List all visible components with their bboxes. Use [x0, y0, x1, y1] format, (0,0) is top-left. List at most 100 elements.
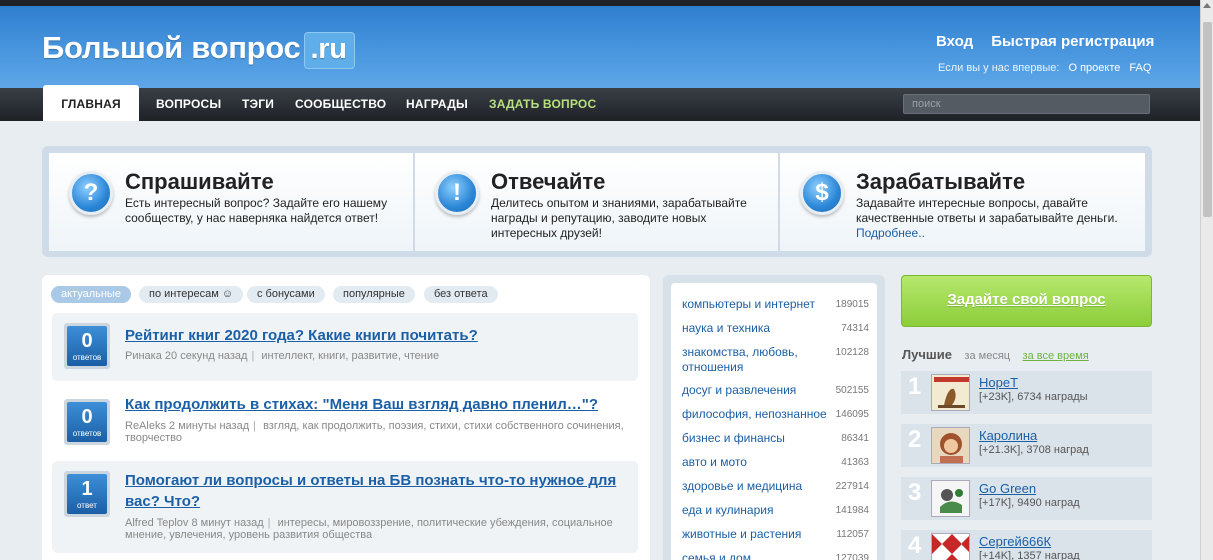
question-meta: Ринака 20 секунд назад | интеллект, книги…	[125, 350, 440, 362]
register-link[interactable]: Быстрая регистрация	[991, 33, 1154, 50]
category-link[interactable]: компьютеры и интернет	[682, 297, 834, 312]
site-logo[interactable]: Большой вопрос .ru	[42, 30, 355, 69]
tag-link[interactable]: стихи собственного сочинения	[464, 420, 621, 432]
nav-tab-community[interactable]: СООБЩЕСТВО	[295, 97, 386, 111]
tag-link[interactable]: как продолжить	[303, 420, 383, 432]
category-item: животные и растения 112057	[682, 527, 877, 542]
category-count: 127039	[835, 553, 869, 560]
category-link[interactable]: знакомства, любовь, отношения	[682, 345, 834, 375]
tag-link[interactable]: интеллект	[261, 350, 312, 362]
promo-answer-title: Отвечайте	[491, 169, 606, 194]
logo-text: Большой вопрос	[42, 30, 301, 65]
category-link[interactable]: здоровье и медицина	[682, 479, 834, 494]
category-link[interactable]: наука и техника	[682, 321, 834, 336]
nav-tab-tags[interactable]: ТЭГИ	[242, 97, 274, 111]
answer-count-label: ответ	[77, 501, 97, 510]
filter-interests[interactable]: по интересам ☺	[139, 286, 244, 303]
question-title-link[interactable]: Помогают ли вопросы и ответы на БВ позна…	[125, 470, 630, 512]
scroll-thumb[interactable]	[1203, 22, 1212, 217]
page-scrollbar[interactable]	[1200, 0, 1213, 560]
filter-popular[interactable]: популярные	[333, 286, 415, 303]
about-link[interactable]: О проекте	[1068, 62, 1120, 74]
category-item: здоровье и медицина 227914	[682, 479, 877, 494]
filter-bonuses[interactable]: с бонусами	[247, 286, 325, 303]
promo-ask-text: Есть интересный вопрос? Задайте его наше…	[125, 196, 388, 225]
question-meta: ReAleks 2 минуты назад | взгляд, как прод…	[125, 420, 624, 444]
category-link[interactable]: философия, непознанное	[682, 407, 834, 422]
more-link[interactable]: Подробнее..	[856, 226, 1131, 241]
avatar[interactable]	[931, 374, 970, 411]
question-item: 1 ответ Помогают ли вопросы и ответы на …	[52, 461, 638, 553]
question-title-link[interactable]: Как продолжить в стихах: "Меня Ваш взгля…	[125, 394, 630, 415]
tag-link[interactable]: уровень развития общества	[229, 529, 373, 541]
questions-panel: актуальные по интересам ☺ с бонусами поп…	[42, 275, 650, 560]
category-count: 86341	[841, 433, 869, 444]
login-link[interactable]: Вход	[936, 33, 973, 50]
category-item: наука и техника 74314	[682, 321, 877, 336]
tag-link[interactable]: увлечения	[169, 529, 222, 541]
category-link[interactable]: досуг и развлечения	[682, 383, 834, 398]
user-rank: 2	[908, 426, 922, 453]
question-meta: Alfred Teplov 8 минут назад | интересы, м…	[125, 517, 613, 541]
avatar[interactable]	[931, 427, 970, 464]
scroll-up-arrow-icon[interactable]	[1203, 3, 1211, 8]
filter-current[interactable]: актуальные	[51, 286, 131, 303]
best-tab-month[interactable]: за месяц	[964, 350, 1010, 362]
category-item: авто и мото 41363	[682, 455, 877, 470]
category-link[interactable]: семья и дом	[682, 551, 834, 560]
nav-tab-questions[interactable]: ВОПРОСЫ	[156, 97, 221, 111]
dollar-icon: $	[800, 171, 844, 215]
top-user-item: 3 Go Green [+17K], 9490 наград	[901, 477, 1152, 520]
question-time: 2 минуты назад	[169, 420, 250, 432]
tag-link[interactable]: мировоззрение	[333, 517, 411, 529]
tag-link[interactable]: стихи	[429, 420, 457, 432]
avatar[interactable]	[931, 533, 970, 560]
search-input[interactable]	[903, 94, 1150, 114]
category-count: 502155	[835, 385, 869, 396]
user-stats: [+23K], 6734 награды	[979, 391, 1088, 403]
category-link[interactable]: еда и кулинария	[682, 503, 834, 518]
author-link[interactable]: Alfred Teplov	[125, 517, 188, 529]
tag-link[interactable]: развитие	[351, 350, 397, 362]
avatar[interactable]	[931, 480, 970, 517]
category-link[interactable]: авто и мото	[682, 455, 834, 470]
best-tab-all-time[interactable]: за все время	[1023, 350, 1089, 362]
category-link[interactable]: бизнес и финансы	[682, 431, 834, 446]
category-count: 146095	[835, 409, 869, 420]
ask-question-button[interactable]: Задайте свой вопрос	[901, 275, 1152, 327]
author-link[interactable]: ReAleks	[125, 420, 166, 432]
exclamation-icon: !	[435, 171, 479, 215]
tag-link[interactable]: чтение	[404, 350, 439, 362]
question-time: 8 минут назад	[191, 517, 264, 529]
user-stats: [+14K], 1357 наград	[979, 550, 1080, 560]
nav-tab-ask[interactable]: ЗАДАТЬ ВОПРОС	[489, 97, 596, 111]
main-nav: ГЛАВНАЯ ВОПРОСЫ ТЭГИ СООБЩЕСТВО НАГРАДЫ …	[0, 85, 1200, 121]
author-link[interactable]: Ринака	[125, 350, 162, 362]
promo-block: ? Спрашивайте Есть интересный вопрос? За…	[42, 146, 1152, 257]
user-name-link[interactable]: Go Green	[979, 481, 1036, 496]
tag-link[interactable]: интересы	[278, 517, 327, 529]
tag-link[interactable]: политические убеждения	[417, 517, 546, 529]
category-count: 41363	[841, 457, 869, 468]
category-link[interactable]: животные и растения	[682, 527, 834, 542]
tag-link[interactable]: поэзия	[389, 420, 424, 432]
faq-link[interactable]: FAQ	[1129, 62, 1151, 74]
user-name-link[interactable]: Сергей666К	[979, 534, 1051, 549]
nav-tab-awards[interactable]: НАГРАДЫ	[406, 97, 468, 111]
filter-unanswered[interactable]: без ответа	[424, 286, 498, 303]
best-users-header: Лучшие за месяц за все время	[902, 346, 1089, 364]
user-name-link[interactable]: Каролина	[979, 428, 1037, 443]
answer-counter: 0 ответов	[64, 323, 110, 369]
first-visit-line: Если вы у нас впервые: О проекте FAQ	[938, 62, 1151, 74]
question-time: 20 секунд назад	[164, 350, 248, 362]
user-rank: 1	[908, 373, 922, 400]
question-title-link[interactable]: Рейтинг книг 2020 года? Какие книги почи…	[125, 325, 630, 346]
tag-link[interactable]: книги	[318, 350, 345, 362]
tag-link[interactable]: творчество	[125, 432, 182, 444]
top-user-item: 2 Каролина [+21.3K], 3708 наград	[901, 424, 1152, 467]
user-name-link[interactable]: НореТ	[979, 375, 1018, 390]
tag-link[interactable]: взгляд	[263, 420, 296, 432]
category-count: 74314	[841, 323, 869, 334]
nav-tab-home[interactable]: ГЛАВНАЯ	[43, 85, 139, 121]
question-item: 0 ответов Как продолжить в стихах: "Меня…	[52, 389, 638, 457]
